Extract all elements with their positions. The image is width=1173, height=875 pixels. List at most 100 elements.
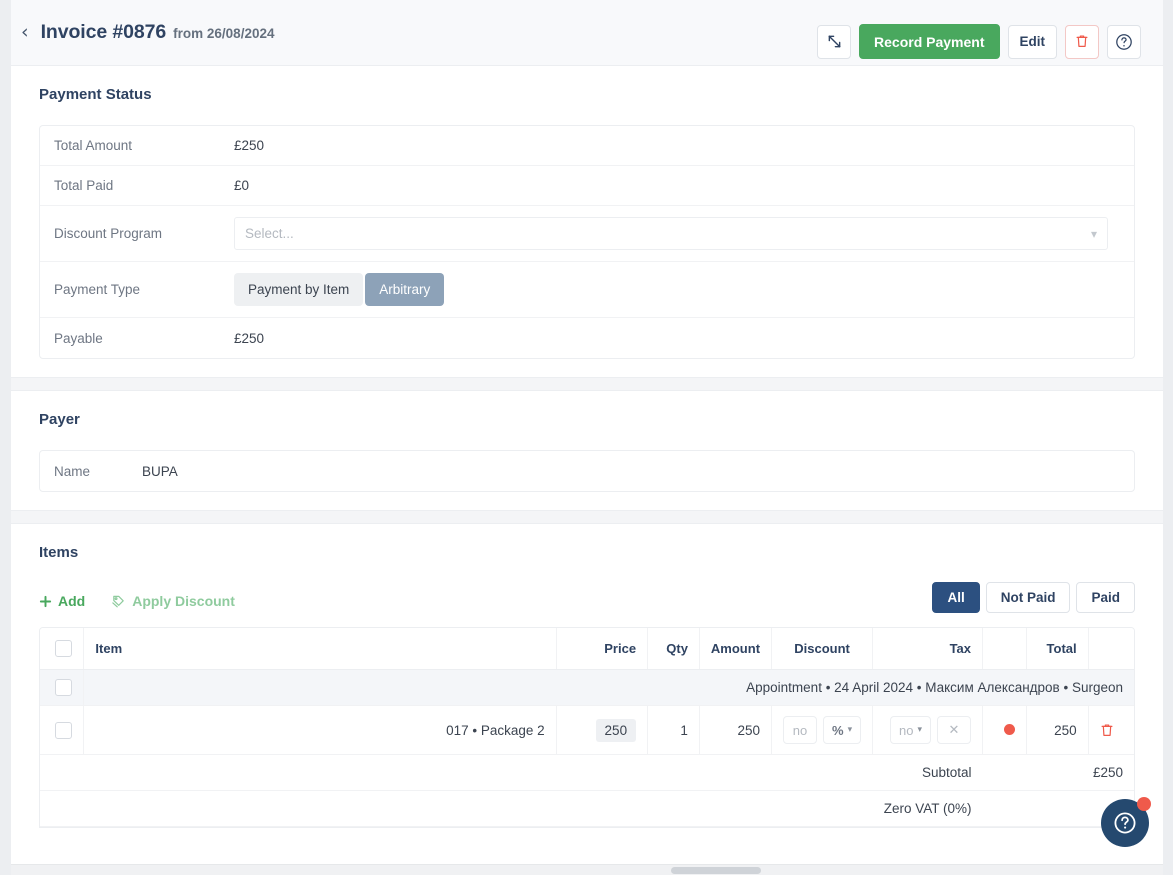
field-row-payment-type: Payment Type Payment by Item Arbitrary xyxy=(40,262,1134,318)
payment-type-option-arbitrary[interactable]: Arbitrary xyxy=(365,273,444,306)
record-payment-button[interactable]: Record Payment xyxy=(859,24,999,59)
payment-status-card: Total Amount £250 Total Paid £0 Discount… xyxy=(39,125,1135,359)
section-title-items: Items xyxy=(39,544,1135,561)
field-row-payer-name: Name BUPA xyxy=(40,451,1134,491)
column-header-qty[interactable]: Qty xyxy=(648,628,700,670)
field-row-payable: Payable £250 xyxy=(40,318,1134,358)
tax-select[interactable]: no ▾ xyxy=(890,716,931,744)
cell-amount: 250 xyxy=(699,706,771,755)
row-checkbox[interactable] xyxy=(55,722,72,739)
discount-tag-icon xyxy=(111,594,126,609)
summary-spacer xyxy=(648,791,700,827)
column-header-price[interactable]: Price xyxy=(556,628,647,670)
column-header-total[interactable]: Total xyxy=(1026,628,1088,670)
cell-payment-status xyxy=(983,706,1027,755)
chevron-down-icon: ▾ xyxy=(917,725,922,735)
invoice-detail-page: ‹ Invoice #0876 from 26/08/2024 xyxy=(0,0,1173,875)
filter-not-paid[interactable]: Not Paid xyxy=(986,582,1071,613)
section-title-payment-status: Payment Status xyxy=(39,86,1135,103)
field-label: Payable xyxy=(54,331,234,346)
help-fab-button[interactable] xyxy=(1101,799,1149,847)
summary-row-subtotal: Subtotal £250 xyxy=(40,755,1134,791)
invoice-date: from 26/08/2024 xyxy=(173,26,274,41)
items-header-row: Item Price Qty Amount Discount Tax Total xyxy=(40,628,1134,670)
section-divider xyxy=(11,510,1163,524)
cell-price: 250 xyxy=(556,706,647,755)
payer-card: Name BUPA xyxy=(39,450,1135,492)
column-header-amount[interactable]: Amount xyxy=(699,628,771,670)
delete-invoice-button[interactable] xyxy=(1065,25,1099,59)
group-row-label[interactable]: Appointment • 24 April 2024 • Максим Але… xyxy=(84,670,1134,706)
question-circle-icon xyxy=(1115,33,1133,51)
field-label: Payment Type xyxy=(54,282,234,297)
right-gutter xyxy=(1163,0,1173,875)
discount-value-input[interactable]: no xyxy=(783,716,817,744)
field-value: £0 xyxy=(234,178,249,193)
items-table-wrap: Item Price Qty Amount Discount Tax Total xyxy=(39,627,1135,828)
summary-spacer xyxy=(699,791,771,827)
summary-spacer xyxy=(699,755,771,791)
notification-badge xyxy=(1137,797,1151,811)
summary-spacer xyxy=(556,791,647,827)
summary-label: Zero VAT (0%) xyxy=(772,791,983,827)
tax-clear-button[interactable]: ✕ xyxy=(937,716,971,744)
delete-row-button[interactable] xyxy=(1100,723,1123,738)
summary-spacer xyxy=(40,791,84,827)
summary-row-vat: Zero VAT (0%) £0 xyxy=(40,791,1134,827)
summary-spacer xyxy=(40,755,84,791)
discount-program-select[interactable]: Select... ▾ xyxy=(234,217,1108,250)
items-table: Item Price Qty Amount Discount Tax Total xyxy=(40,628,1134,827)
items-section: Items Add xyxy=(11,524,1163,828)
cell-qty: 1 xyxy=(648,706,700,755)
left-gutter xyxy=(0,0,11,875)
chevron-left-icon[interactable]: ‹ xyxy=(17,21,33,44)
cell-discount: no % ▾ xyxy=(772,706,873,755)
column-header-discount[interactable]: Discount xyxy=(772,628,873,670)
items-toolbar: Add Apply Discount All Not Paid xyxy=(39,579,1135,623)
expand-button[interactable] xyxy=(817,25,851,59)
payment-type-toggle: Payment by Item Arbitrary xyxy=(234,273,444,306)
column-header-item[interactable]: Item xyxy=(84,628,556,670)
add-item-button[interactable]: Add xyxy=(39,593,85,609)
page-title: Invoice #0876 from 26/08/2024 xyxy=(41,21,275,44)
field-row-total-amount: Total Amount £250 xyxy=(40,126,1134,166)
horizontal-scrollbar[interactable] xyxy=(11,864,1163,875)
invoice-number: Invoice #0876 xyxy=(41,21,167,44)
main-column: ‹ Invoice #0876 from 26/08/2024 xyxy=(11,0,1163,875)
summary-spacer xyxy=(84,791,556,827)
chevron-down-icon: ▾ xyxy=(848,725,853,735)
cell-tax: no ▾ ✕ xyxy=(873,706,983,755)
payment-type-option-payment-by-item[interactable]: Payment by Item xyxy=(234,273,363,306)
edit-button[interactable]: Edit xyxy=(1008,25,1058,59)
cell-item-name[interactable]: 017 • Package 2 xyxy=(84,706,556,755)
spacer xyxy=(11,359,1163,377)
status-badge xyxy=(1004,724,1015,735)
plus-icon xyxy=(39,595,52,608)
field-label: Discount Program xyxy=(54,226,234,241)
field-label: Total Amount xyxy=(54,138,234,153)
cell-total: 250 xyxy=(1026,706,1088,755)
group-row-select-cell xyxy=(40,670,84,706)
header-actions: Record Payment Edit xyxy=(817,24,1141,59)
help-button[interactable] xyxy=(1107,25,1141,59)
field-value: BUPA xyxy=(142,464,178,479)
discount-unit-label: % xyxy=(832,723,844,738)
group-row-checkbox[interactable] xyxy=(55,679,72,696)
tax-controls: no ▾ ✕ xyxy=(884,716,971,744)
price-input[interactable]: 250 xyxy=(596,719,637,742)
scrollbar-thumb[interactable] xyxy=(671,867,761,874)
summary-value: £250 xyxy=(983,755,1135,791)
column-header-status xyxy=(983,628,1027,670)
column-header-tax[interactable]: Tax xyxy=(873,628,983,670)
cell-row-actions xyxy=(1088,706,1134,755)
select-all-checkbox[interactable] xyxy=(55,640,72,657)
table-group-row[interactable]: Appointment • 24 April 2024 • Максим Але… xyxy=(40,670,1134,706)
apply-discount-button[interactable]: Apply Discount xyxy=(111,593,235,609)
filter-paid[interactable]: Paid xyxy=(1076,582,1135,613)
select-all-header xyxy=(40,628,84,670)
spacer xyxy=(11,492,1163,510)
field-row-total-paid: Total Paid £0 xyxy=(40,166,1134,206)
discount-unit-select[interactable]: % ▾ xyxy=(823,716,861,744)
filter-all[interactable]: All xyxy=(932,582,979,613)
payer-section: Payer Name BUPA xyxy=(11,391,1163,492)
